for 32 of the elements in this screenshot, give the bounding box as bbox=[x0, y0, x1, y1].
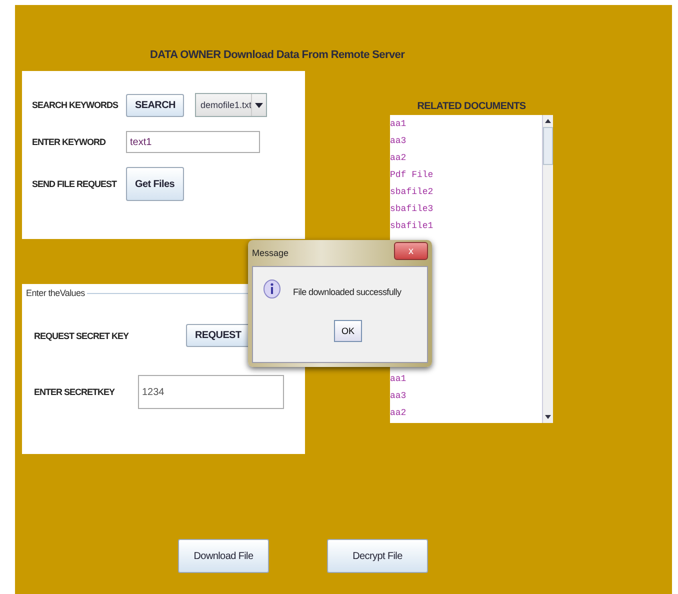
list-item[interactable]: Pdf File bbox=[390, 167, 542, 184]
group-legend: Enter theValues bbox=[26, 288, 85, 298]
dialog-message: File downloaded successfully bbox=[293, 286, 402, 296]
list-item[interactable]: aa2 bbox=[390, 150, 542, 167]
field-label: ENTER KEYWORD bbox=[32, 137, 107, 147]
file-dropdown[interactable]: demofile1.txt bbox=[195, 93, 268, 117]
text-field[interactable]: 1234 bbox=[138, 375, 284, 409]
list-item[interactable]: aa1 bbox=[390, 371, 542, 388]
field-label: REQUEST SECRET KEY bbox=[34, 330, 130, 340]
scrollbar[interactable] bbox=[542, 115, 553, 423]
dialog-title: Message bbox=[252, 248, 289, 258]
scroll-thumb[interactable] bbox=[543, 127, 553, 165]
list-item[interactable]: sbafile1 bbox=[390, 218, 542, 235]
close-button[interactable]: x bbox=[394, 242, 428, 260]
page-title: DATA OWNER Download Data From Remote Server bbox=[150, 49, 406, 63]
action-button[interactable]: Decrypt File bbox=[327, 539, 428, 573]
list-item[interactable]: aa1 bbox=[390, 116, 542, 133]
action-button[interactable]: REQUEST bbox=[186, 324, 250, 347]
list-item[interactable]: aa3 bbox=[390, 133, 542, 150]
search-button[interactable]: SEARCH bbox=[126, 94, 184, 116]
list-item[interactable]: aa2 bbox=[390, 405, 542, 422]
action-button[interactable]: Get Files bbox=[126, 167, 184, 201]
list-title: RELATED DOCUMENTS bbox=[417, 100, 526, 114]
field-label: SEND FILE REQUEST bbox=[32, 179, 118, 189]
list-item[interactable]: sbafile3 bbox=[390, 201, 542, 218]
field-label: ENTER SECRETKEY bbox=[34, 387, 116, 397]
action-button[interactable]: Download File bbox=[178, 539, 269, 573]
list-item[interactable]: aa3 bbox=[390, 388, 542, 405]
text-field[interactable]: text1 bbox=[126, 131, 260, 153]
ok-button[interactable]: OK bbox=[334, 320, 362, 342]
list-item[interactable]: sbafile2 bbox=[390, 184, 542, 201]
field-label: SEARCH KEYWORDS bbox=[32, 100, 120, 110]
